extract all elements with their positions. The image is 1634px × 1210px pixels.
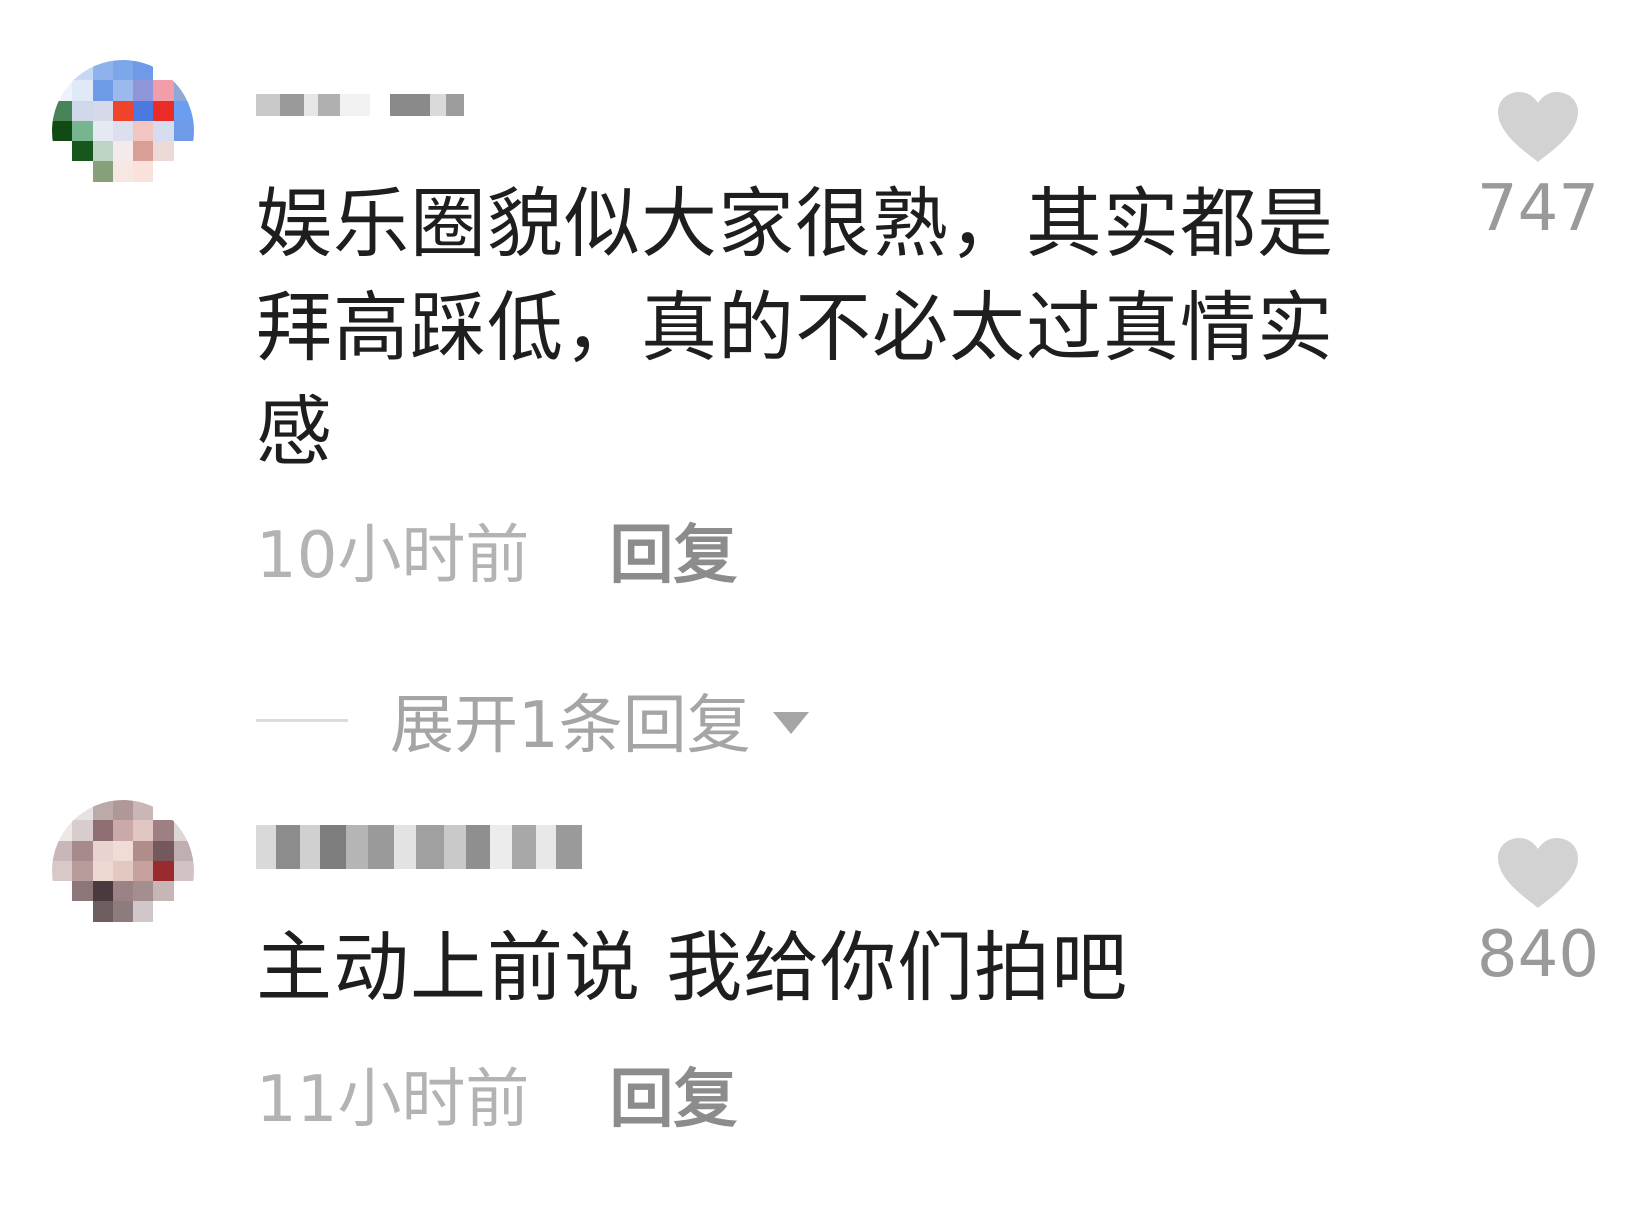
username-blurred[interactable] (256, 76, 464, 134)
comment-text: 主动上前说 我给你们拍吧 (256, 923, 1129, 1012)
heart-icon (1498, 838, 1578, 908)
comment-time: 10小时前 (256, 519, 530, 593)
expand-replies-label: 展开1条回复 (390, 689, 751, 763)
avatar[interactable] (52, 60, 194, 202)
comment-time: 11小时前 (256, 1063, 530, 1137)
divider-line (256, 718, 348, 722)
comment-meta: 10小时前 回复 (256, 510, 737, 593)
like-count: 747 (1476, 172, 1600, 246)
like-count: 840 (1476, 918, 1600, 992)
caret-down-icon (772, 712, 809, 734)
avatar[interactable] (52, 800, 194, 942)
like-button[interactable]: 840 (1468, 836, 1608, 990)
comment-meta: 11小时前 回复 (256, 1054, 737, 1137)
reply-button[interactable]: 回复 (609, 1048, 737, 1140)
heart-icon (1498, 92, 1578, 162)
comment-text: 娱乐圈貌似大家很熟，其实都是拜高踩低，真的不必太过真情实感 (256, 179, 1334, 476)
like-button[interactable]: 747 (1468, 90, 1608, 244)
reply-button[interactable]: 回复 (609, 504, 737, 596)
expand-replies-button[interactable]: 展开1条回复 (256, 680, 809, 763)
username-blurred[interactable] (256, 818, 582, 876)
